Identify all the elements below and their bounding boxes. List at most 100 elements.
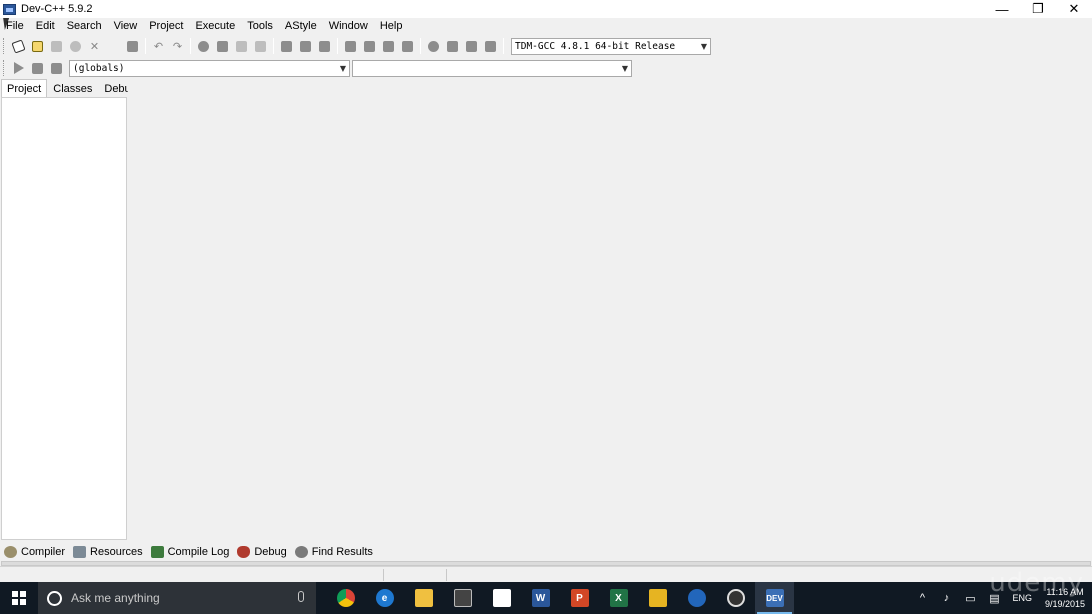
toolbar-grip[interactable] xyxy=(3,60,7,76)
open-folder-icon xyxy=(32,40,43,52)
speaker-icon: ♪ xyxy=(943,592,950,604)
menu-bar: File Edit Search View Project Execute To… xyxy=(0,18,1092,35)
store-icon xyxy=(492,589,511,607)
compile-run-button[interactable] xyxy=(379,37,398,55)
magnifier-icon xyxy=(294,546,308,558)
menu-search[interactable]: Search xyxy=(61,18,108,35)
toggle-bookmark-button[interactable] xyxy=(28,59,47,77)
taskbar-app-word[interactable]: W xyxy=(521,582,560,614)
toolbar-grip[interactable] xyxy=(3,38,7,54)
menu-window[interactable]: Window xyxy=(323,18,374,35)
new-project-button[interactable] xyxy=(277,37,296,55)
toolbar-separator xyxy=(190,38,191,54)
battery-icon: ▭ xyxy=(965,592,976,605)
insert-button[interactable] xyxy=(9,59,28,77)
new-file-button[interactable] xyxy=(9,37,28,55)
devcpp-app-icon xyxy=(3,3,16,15)
show-hidden-icons-button[interactable]: ^ xyxy=(910,582,934,614)
rebuild-button[interactable] xyxy=(398,37,417,55)
tab-compile-log[interactable]: Compile Log xyxy=(150,546,230,558)
taskbar-app-obs[interactable] xyxy=(716,582,755,614)
menu-project[interactable]: Project xyxy=(143,18,189,35)
microphone-icon[interactable] xyxy=(298,591,304,602)
tab-classes[interactable]: Classes xyxy=(47,79,98,97)
redo-button[interactable]: ↷ xyxy=(168,37,187,55)
status-bar xyxy=(0,566,1092,582)
goto-bookmark-button[interactable] xyxy=(47,59,66,77)
menu-help[interactable]: Help xyxy=(374,18,409,35)
save-button[interactable] xyxy=(47,37,66,55)
compile-run-icon xyxy=(383,40,394,52)
menu-view[interactable]: View xyxy=(108,18,144,35)
find-button[interactable] xyxy=(194,37,213,55)
add-to-project-button[interactable] xyxy=(296,37,315,55)
profile-button[interactable] xyxy=(443,37,462,55)
chevron-down-icon: ▼ xyxy=(339,63,346,73)
minimize-button[interactable]: — xyxy=(984,0,1020,18)
close-all-button[interactable] xyxy=(104,37,123,55)
taskbar-app-edge[interactable]: e xyxy=(365,582,404,614)
tab-resources[interactable]: Resources xyxy=(73,546,143,558)
tab-debug-output[interactable]: Debug xyxy=(237,546,287,558)
debug-button[interactable] xyxy=(424,37,443,55)
edge-icon: e xyxy=(375,589,394,607)
menu-edit[interactable]: Edit xyxy=(30,18,61,35)
taskbar-app-blue[interactable] xyxy=(677,582,716,614)
goto-line-button[interactable] xyxy=(251,37,270,55)
toolbar-separator xyxy=(420,38,421,54)
compile-button[interactable] xyxy=(341,37,360,55)
bottom-panel-tabs: Compiler Resources Compile Log Debug Fin… xyxy=(4,544,381,560)
restore-button[interactable]: ❐ xyxy=(1020,0,1056,18)
stop-icon xyxy=(466,40,477,52)
taskbar-app-green[interactable] xyxy=(638,582,677,614)
project-options-button[interactable] xyxy=(315,37,334,55)
print-button[interactable] xyxy=(123,37,142,55)
tab-project[interactable]: Project xyxy=(1,79,48,97)
taskbar-app-store[interactable] xyxy=(482,582,521,614)
goto-bookmark-icon xyxy=(51,62,62,74)
taskbar-app-chrome[interactable] xyxy=(326,582,365,614)
tab-compile-log-label: Compile Log xyxy=(167,546,230,558)
open-button[interactable] xyxy=(28,37,47,55)
start-button[interactable] xyxy=(0,582,38,614)
project-tree[interactable] xyxy=(1,97,127,540)
toolbar-separator xyxy=(503,38,504,54)
debug-icon xyxy=(428,40,439,52)
menu-execute[interactable]: Execute xyxy=(189,18,241,35)
toggle-breakpoint-button[interactable] xyxy=(481,37,500,55)
redo-icon: ↷ xyxy=(172,40,183,53)
undo-button[interactable]: ↶ xyxy=(149,37,168,55)
window-title: Dev-C++ 5.9.2 xyxy=(21,3,93,15)
find-icon xyxy=(198,40,209,52)
close-button[interactable]: ✕ xyxy=(1056,0,1092,18)
project-options-icon xyxy=(319,40,330,52)
compiler-select[interactable]: TDM-GCC 4.8.1 64-bit Release ▼ xyxy=(511,37,711,55)
menu-tools[interactable]: Tools xyxy=(241,18,279,35)
battery-button[interactable]: ▭ xyxy=(958,582,982,614)
toolbar-separator xyxy=(337,38,338,54)
taskbar-app-calculator[interactable] xyxy=(443,582,482,614)
replace-button[interactable] xyxy=(213,37,232,55)
save-all-button[interactable] xyxy=(66,37,85,55)
taskbar-app-explorer[interactable] xyxy=(404,582,443,614)
menu-astyle[interactable]: AStyle xyxy=(279,18,323,35)
cortana-search-box[interactable]: Ask me anything xyxy=(38,582,316,614)
taskbar-app-devcpp[interactable]: DEV xyxy=(755,582,794,614)
editor-area[interactable] xyxy=(128,79,1092,540)
compile-icon xyxy=(345,40,356,52)
goto-line-icon xyxy=(255,40,266,52)
taskbar-app-powerpoint[interactable]: P xyxy=(560,582,599,614)
find-next-icon xyxy=(236,40,247,52)
play-icon xyxy=(13,62,24,74)
close-file-button[interactable]: ✕ xyxy=(85,37,104,55)
stop-button[interactable] xyxy=(462,37,481,55)
find-next-button[interactable] xyxy=(232,37,251,55)
tab-find-results[interactable]: Find Results xyxy=(294,546,373,558)
volume-button[interactable]: ♪ xyxy=(934,582,958,614)
run-button[interactable] xyxy=(360,37,379,55)
members-select[interactable]: ▼ xyxy=(352,59,632,77)
tab-compiler[interactable]: Compiler xyxy=(4,546,65,558)
taskbar-app-excel[interactable]: X xyxy=(599,582,638,614)
globals-select[interactable]: (globals) ▼ xyxy=(69,59,350,77)
word-icon: W xyxy=(531,589,550,607)
